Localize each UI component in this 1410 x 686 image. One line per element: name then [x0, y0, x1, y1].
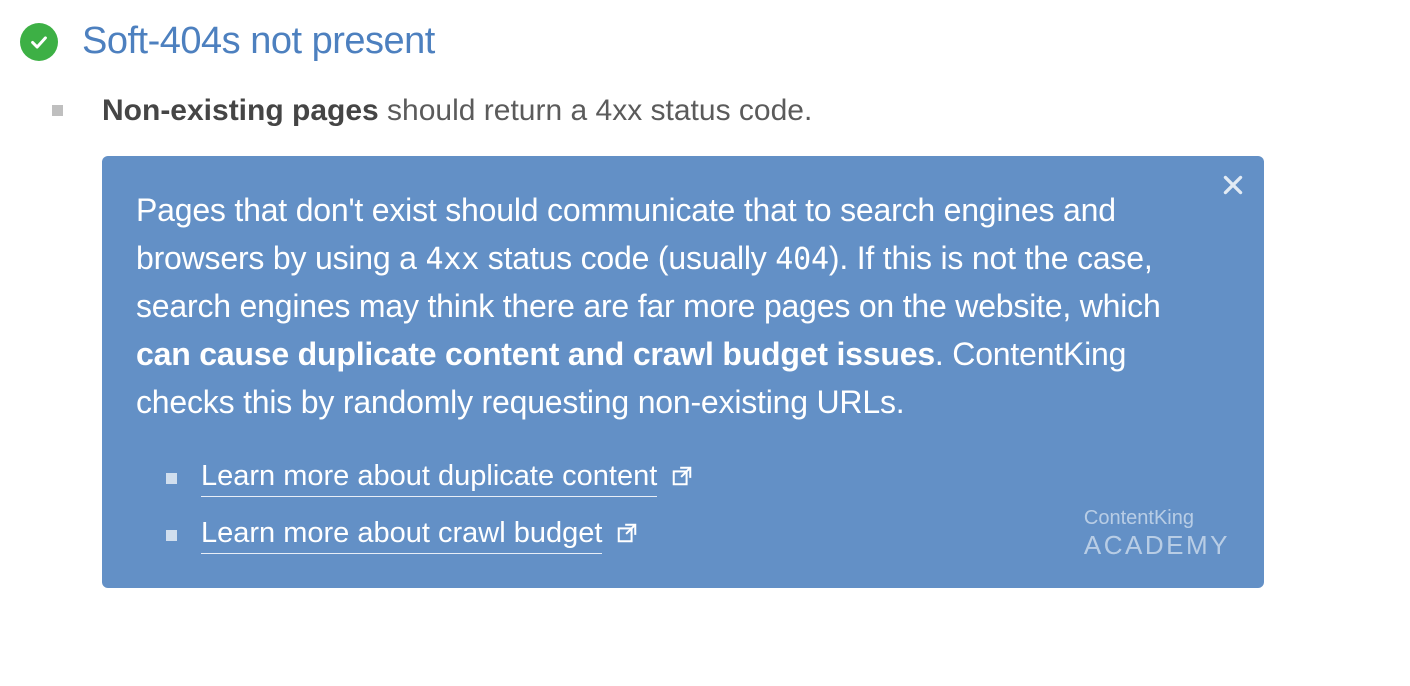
learn-more-duplicate-content-link[interactable]: Learn more about duplicate content [201, 460, 657, 497]
bullet-icon [52, 105, 63, 116]
brand-top: ContentKing [1084, 506, 1230, 530]
link-row: Learn more about duplicate content [166, 460, 1230, 497]
description-bold: Non-existing pages [102, 94, 379, 127]
page-title: Soft-404s not present [82, 20, 435, 63]
close-icon[interactable] [1220, 172, 1246, 198]
link-row: Learn more about crawl budget [166, 517, 1230, 554]
brand-bottom: ACADEMY [1084, 530, 1230, 561]
description-row: Non-existing pages should return a 4xx s… [20, 91, 1390, 132]
info-links: Learn more about duplicate content Learn… [136, 460, 1230, 554]
description-text: Non-existing pages should return a 4xx s… [102, 91, 812, 132]
info-code-4xx: 4xx [425, 242, 479, 277]
info-bold: can cause duplicate content and crawl bu… [136, 336, 935, 372]
info-code-404: 404 [775, 242, 829, 277]
header-row: Soft-404s not present [20, 20, 1390, 63]
contentking-academy-brand: ContentKing ACADEMY [1084, 506, 1230, 561]
success-check-icon [20, 23, 58, 61]
external-link-icon [616, 522, 638, 549]
info-text-b: status code (usually [479, 240, 775, 276]
bullet-icon [166, 473, 177, 484]
description-rest: should return a 4xx status code. [379, 94, 813, 127]
bullet-icon [166, 530, 177, 541]
learn-more-crawl-budget-link[interactable]: Learn more about crawl budget [201, 517, 602, 554]
info-paragraph: Pages that don't exist should communicat… [136, 186, 1216, 426]
info-callout: Pages that don't exist should communicat… [102, 156, 1264, 588]
external-link-icon [671, 465, 693, 492]
